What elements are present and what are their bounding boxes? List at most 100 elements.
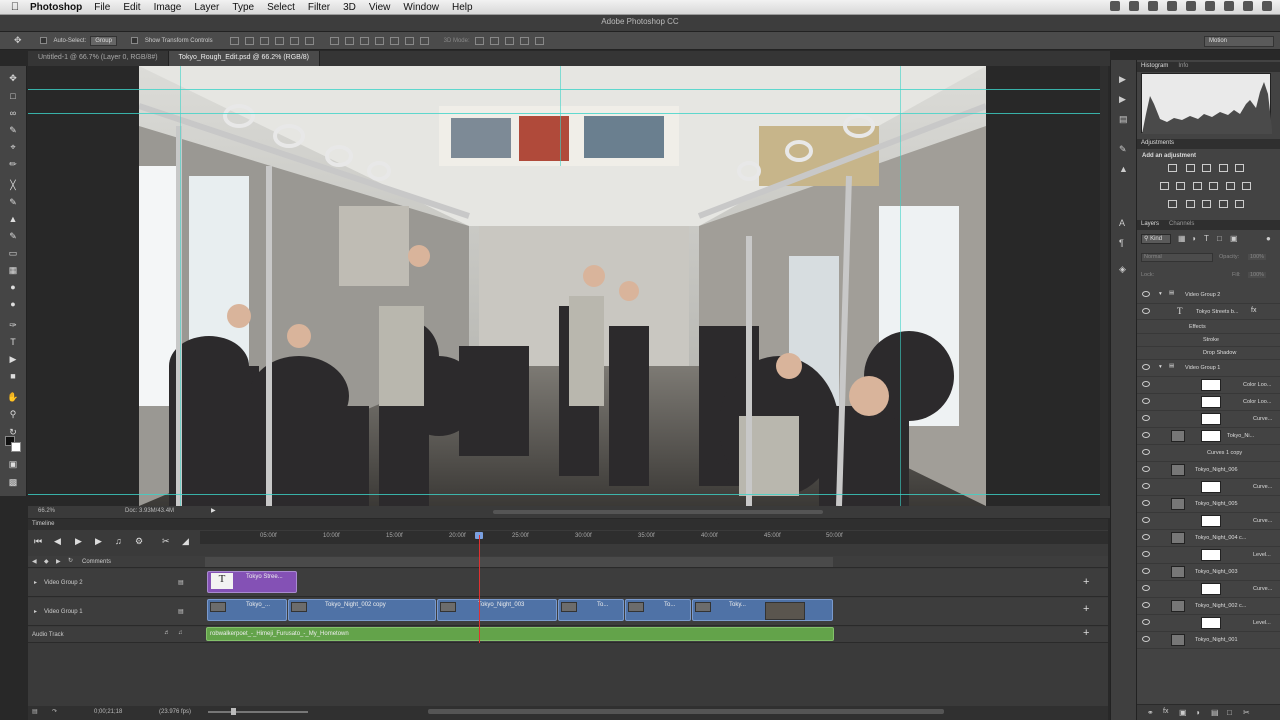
paragraph-panel-icon[interactable]: ¶ xyxy=(1119,238,1124,248)
visibility-eye-icon[interactable] xyxy=(1142,551,1150,557)
color-balance-icon[interactable] xyxy=(1176,182,1185,190)
posterize-icon[interactable] xyxy=(1186,200,1195,208)
character-panel-icon[interactable]: A xyxy=(1119,218,1125,228)
blur-tool-icon[interactable]: ● xyxy=(7,281,19,293)
tab-adjustments[interactable]: Adjustments xyxy=(1141,140,1174,148)
layer-row-group[interactable]: ▾ ▤ Video Group 1 xyxy=(1137,360,1280,377)
audio-clip[interactable]: robwalkerpoet_-_Himeji_Furusato_-_My_Hom… xyxy=(206,627,834,641)
timeline-clip[interactable]: Tokyo_Night_003 xyxy=(437,599,557,621)
volume-icon[interactable]: ♬ xyxy=(164,630,170,636)
add-mask-icon[interactable]: ▣ xyxy=(1179,708,1187,717)
auto-select-checkbox[interactable] xyxy=(39,37,47,44)
add-audio-button[interactable]: + xyxy=(1083,627,1089,639)
expand-arrow-icon[interactable]: ▾ xyxy=(1159,364,1162,370)
layer-effect-row[interactable]: Drop Shadow xyxy=(1137,347,1280,360)
eyedropper-tool-icon[interactable]: ✏ xyxy=(7,158,19,170)
visibility-eye-icon[interactable] xyxy=(1142,381,1150,387)
visibility-eye-icon[interactable] xyxy=(1142,415,1150,421)
menu-3d[interactable]: 3D xyxy=(343,2,356,13)
status-icon[interactable] xyxy=(1167,1,1177,11)
time-ruler[interactable]: 05:00f 10:00f 15:00f 20:00f 25:00f 30:00… xyxy=(200,531,1108,544)
vibrance-icon[interactable] xyxy=(1235,164,1244,172)
horizontal-scrollbar[interactable] xyxy=(493,510,823,514)
layer-effects-row[interactable]: Effects xyxy=(1137,321,1280,334)
align-vcenter-icon[interactable] xyxy=(244,36,254,45)
vertical-scrollbar[interactable] xyxy=(1100,66,1108,506)
add-media-button[interactable]: + xyxy=(1083,576,1089,588)
type-tool-icon[interactable]: T xyxy=(7,336,19,348)
apple-icon[interactable]:  xyxy=(0,1,30,13)
visibility-eye-icon[interactable] xyxy=(1142,432,1150,438)
link-layers-icon[interactable]: ⚭ xyxy=(1147,708,1154,717)
add-style-icon[interactable]: fx xyxy=(1163,708,1168,715)
play-icon[interactable]: ▶ xyxy=(75,536,82,547)
app-menu[interactable]: Photoshop xyxy=(30,2,82,13)
brightness-icon[interactable] xyxy=(1168,164,1177,172)
layer-effect-row[interactable]: Stroke xyxy=(1137,334,1280,347)
document-image[interactable] xyxy=(139,66,986,506)
rectangle-tool-icon[interactable]: ■ xyxy=(7,370,19,382)
filter-toggle-icon[interactable]: ● xyxy=(1266,234,1271,243)
filter-adjustment-icon[interactable]: ◑ xyxy=(1191,234,1196,243)
timeline-clip[interactable]: Tokyo_... xyxy=(207,599,287,621)
black-white-icon[interactable] xyxy=(1193,182,1202,190)
layer-row-adjustment[interactable]: Curve... xyxy=(1137,411,1280,428)
visibility-eye-icon[interactable] xyxy=(1142,500,1150,506)
timeline-clip[interactable]: Toky... xyxy=(692,599,833,621)
distribute-vcenter-icon[interactable] xyxy=(344,36,354,45)
expand-arrow-icon[interactable]: ▸ xyxy=(34,579,37,586)
layer-row-video[interactable]: Tokyo_Night_001 xyxy=(1137,632,1280,649)
expand-arrow-icon[interactable]: ▾ xyxy=(1159,291,1162,297)
play-panel-icon[interactable]: ▶ xyxy=(1119,74,1126,85)
marquee-tool-icon[interactable]: □ xyxy=(7,90,19,102)
next-frame-icon[interactable]: ▶ xyxy=(95,536,102,547)
layer-row-video[interactable]: Tokyo_Night_003 xyxy=(1137,564,1280,581)
menu-filter[interactable]: Filter xyxy=(308,2,330,13)
visibility-eye-icon[interactable] xyxy=(1142,636,1150,642)
add-media-button[interactable]: + xyxy=(1083,603,1089,615)
align-top-icon[interactable] xyxy=(229,36,239,45)
layer-row-adjustment[interactable]: Color Loo... xyxy=(1137,394,1280,411)
fill-value[interactable]: 100% xyxy=(1248,272,1267,278)
audio-mute-icon[interactable]: ♫ xyxy=(115,536,122,546)
spotlight-icon[interactable] xyxy=(1243,1,1253,11)
doc-size[interactable]: Doc: 3.93M/43.4M xyxy=(125,508,174,514)
new-layer-icon[interactable]: □ xyxy=(1227,708,1232,717)
layer-row-adjustment[interactable]: Curve... xyxy=(1137,581,1280,598)
layer-row-text[interactable]: T Tokyo Streets b... fx xyxy=(1137,304,1280,320)
layer-row-video[interactable]: Tokyo_Night_006 xyxy=(1137,462,1280,479)
tab-tokyo-rough-edit[interactable]: Tokyo_Rough_Edit.psd @ 66.2% (RGB/8) xyxy=(168,51,320,66)
filter-shape-icon[interactable]: □ xyxy=(1217,234,1222,243)
audio-menu-icon[interactable]: ♫ xyxy=(178,630,183,636)
visibility-eye-icon[interactable] xyxy=(1142,308,1150,314)
layer-row-video[interactable]: Tokyo_Ni... xyxy=(1137,428,1280,445)
move-tool-icon[interactable]: ✥ xyxy=(7,72,19,84)
3d-roll-icon[interactable] xyxy=(489,36,499,45)
visibility-eye-icon[interactable] xyxy=(1142,517,1150,523)
menu-file[interactable]: File xyxy=(94,2,110,13)
battery-icon[interactable] xyxy=(1224,1,1234,11)
distribute-hcenter-icon[interactable] xyxy=(389,36,399,45)
channel-mixer-icon[interactable] xyxy=(1226,182,1235,190)
visibility-eye-icon[interactable] xyxy=(1142,619,1150,625)
auto-align-icon[interactable] xyxy=(419,36,429,45)
loop-icon[interactable]: ↻ xyxy=(68,557,73,564)
render-video-icon[interactable]: ▤ xyxy=(32,708,38,715)
quick-select-tool-icon[interactable]: ✎ xyxy=(7,124,19,136)
menu-select[interactable]: Select xyxy=(267,2,295,13)
status-icon[interactable] xyxy=(1110,1,1120,11)
film-strip-icon[interactable]: ▤ xyxy=(178,608,184,615)
delete-layer-icon[interactable]: ✂ xyxy=(1243,708,1250,717)
timeline-clip[interactable]: To... xyxy=(625,599,691,621)
next-comment-icon[interactable]: ▶ xyxy=(56,558,61,565)
layer-row-adjustment[interactable]: Curve... xyxy=(1137,513,1280,530)
visibility-eye-icon[interactable] xyxy=(1142,291,1150,297)
timeline-scrollbar[interactable] xyxy=(428,709,944,714)
fx-icon[interactable]: fx xyxy=(1251,307,1256,314)
visibility-eye-icon[interactable] xyxy=(1142,602,1150,608)
filter-pixel-icon[interactable]: ▦ xyxy=(1178,234,1186,243)
hand-tool-icon[interactable]: ✋ xyxy=(7,391,19,403)
visibility-eye-icon[interactable] xyxy=(1142,398,1150,404)
new-group-icon[interactable]: ▤ xyxy=(1211,708,1219,717)
3d-rotate-icon[interactable] xyxy=(474,36,484,45)
